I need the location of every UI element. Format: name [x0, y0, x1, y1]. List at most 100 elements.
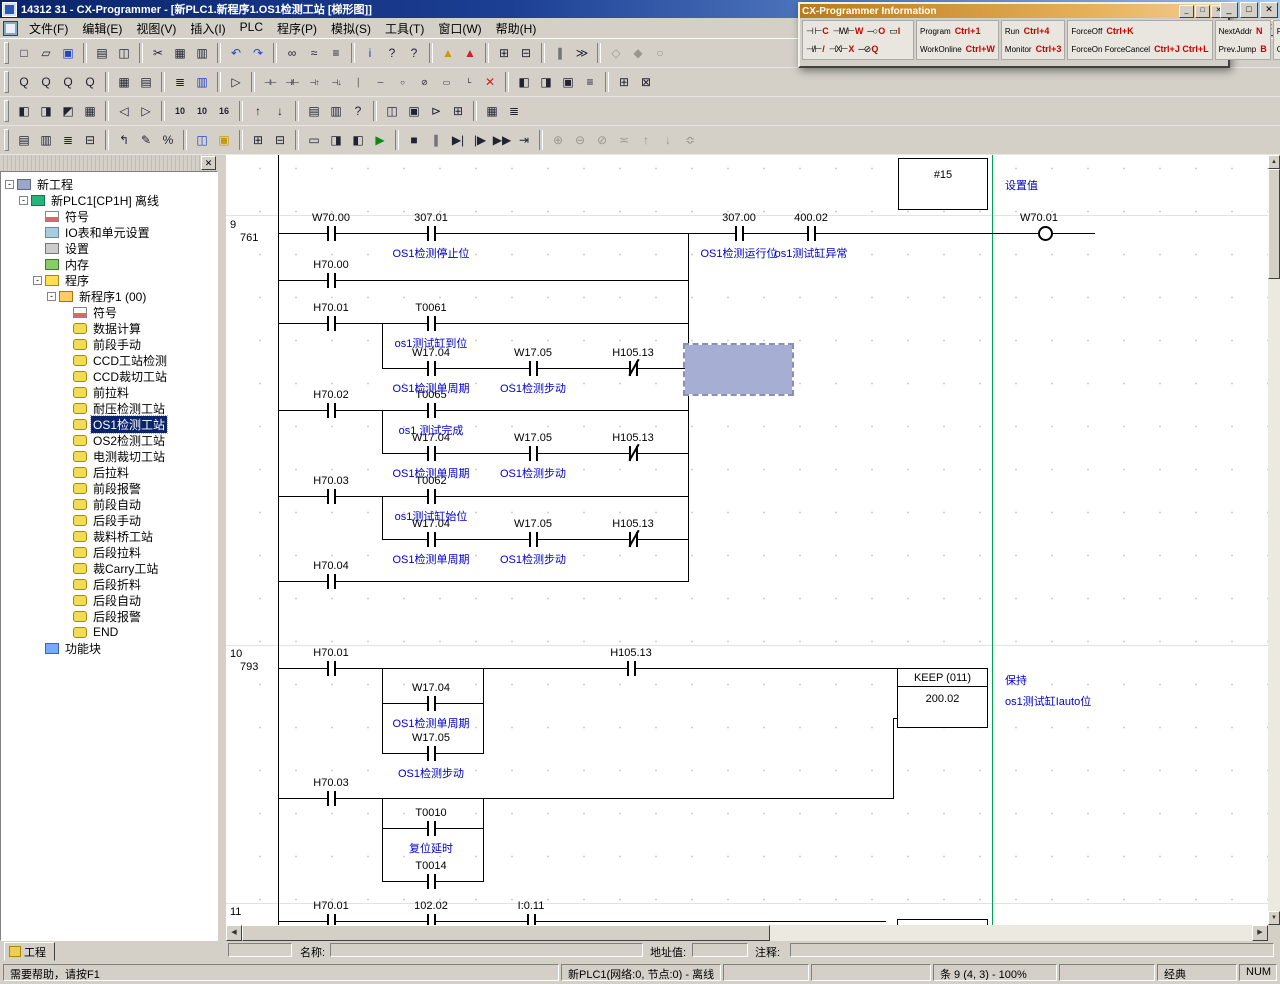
toolbar-button[interactable]: ⊘ [413, 71, 435, 93]
toolbar-button[interactable]: ≈ [303, 42, 325, 64]
toolbar-button[interactable]: ▶ [369, 129, 391, 151]
contact-nc[interactable] [629, 446, 638, 461]
tree-item[interactable]: - 新工程 [1, 176, 217, 192]
toolbar-button[interactable]: ≡ [579, 71, 601, 93]
toolbar-button[interactable]: ▥ [191, 71, 213, 93]
toolbar-button[interactable] [217, 72, 221, 92]
toolbar-button[interactable]: i [359, 42, 381, 64]
ladder-canvas[interactable]: 9 761 10 793 11 #15 设置值 [226, 155, 1268, 925]
toolbar-button[interactable]: ▤ [135, 71, 157, 93]
toolbar-button[interactable] [541, 43, 545, 63]
scroll-up-icon[interactable]: ▲ [1268, 155, 1280, 169]
toolbar-button[interactable]: ↶ [225, 42, 247, 64]
vertical-scrollbar[interactable]: ▲ ▼ [1268, 155, 1280, 925]
contact-no[interactable] [427, 361, 436, 376]
toolbar-button[interactable]: ▶▶ [491, 129, 513, 151]
toolbar-button[interactable] [485, 43, 489, 63]
tree-item[interactable]: - 新PLC1[CP1H] 离线 [1, 192, 217, 208]
workspace-close-icon[interactable]: ✕ [201, 156, 216, 170]
contact-nc[interactable] [629, 361, 638, 376]
toolbar-button[interactable]: ─ [369, 71, 391, 93]
tree-item[interactable]: 耐压检测工站 [1, 400, 217, 416]
vertical-scroll-thumb[interactable] [1268, 169, 1280, 279]
contact-no[interactable] [327, 226, 336, 241]
toolbar-button[interactable] [395, 130, 399, 150]
tree-item[interactable]: 数据计算 [1, 320, 217, 336]
toolbar-button[interactable]: ∥ [425, 129, 447, 151]
contact-nc[interactable] [629, 532, 638, 547]
toolbar-button[interactable]: ◁ [113, 100, 135, 122]
toolbar-button[interactable]: 10 [191, 100, 213, 122]
menu-item[interactable]: 插入(I) [183, 17, 232, 40]
contact-no[interactable] [627, 661, 636, 676]
toolbar-button[interactable]: ≎ [679, 129, 701, 151]
tree-item[interactable]: IO表和单元设置 [1, 224, 217, 240]
contact-no[interactable] [327, 661, 336, 676]
toolbar-button[interactable]: ▥ [191, 42, 213, 64]
contact-no[interactable] [327, 574, 336, 589]
toolbar-button[interactable]: ▲ [459, 42, 481, 64]
menu-item[interactable]: 文件(F) [22, 17, 75, 40]
toolbar-button[interactable]: ◨ [35, 100, 57, 122]
tree-item[interactable]: 后段自动 [1, 592, 217, 608]
toolbar-button[interactable]: ◫ [191, 129, 213, 151]
toolbar-button[interactable]: Q [13, 71, 35, 93]
contact-no[interactable] [427, 226, 436, 241]
contact-no[interactable] [427, 532, 436, 547]
name-field[interactable] [330, 943, 643, 957]
toolbar-button[interactable]: ≣ [169, 71, 191, 93]
toolbar-button[interactable] [139, 43, 143, 63]
toolbar-button[interactable]: ⊟ [515, 42, 537, 64]
coil-output[interactable] [1038, 226, 1053, 241]
toolbar-button[interactable] [161, 72, 165, 92]
comment-field[interactable] [790, 943, 1274, 957]
tree-item[interactable]: CCD裁切工站 [1, 368, 217, 384]
toolbar-button[interactable]: ◩ [57, 100, 79, 122]
tree-item[interactable]: 后段手动 [1, 512, 217, 528]
tree-item[interactable]: OS1检测工站 [1, 416, 217, 432]
contact-no[interactable] [327, 273, 336, 288]
toolbar-button[interactable] [105, 72, 109, 92]
contact-no[interactable] [427, 489, 436, 504]
toolbar-grip[interactable] [4, 100, 9, 122]
tree-item[interactable]: 内存 [1, 256, 217, 272]
toolbar-button[interactable]: ▣ [403, 100, 425, 122]
toolbar-button[interactable]: ▦ [79, 100, 101, 122]
toolbar-button[interactable]: ▣ [213, 129, 235, 151]
toolbar-button[interactable]: ▤ [91, 42, 113, 64]
contact-no[interactable] [529, 446, 538, 461]
tree-item[interactable]: 前拉料 [1, 384, 217, 400]
toolbar-button[interactable]: ○ [649, 42, 671, 64]
toolbar-button[interactable]: ⊣↓ [325, 71, 347, 93]
tree-item[interactable]: 后段拉料 [1, 544, 217, 560]
toolbar-button[interactable]: ≫ [571, 42, 593, 64]
tree-item[interactable]: 符号 [1, 304, 217, 320]
toolbar-button[interactable]: │ [347, 71, 369, 93]
contact-no[interactable] [427, 316, 436, 331]
tab-project[interactable]: 工程 [4, 942, 55, 961]
close-button[interactable]: ✕ [1260, 2, 1278, 18]
contact-no[interactable] [529, 532, 538, 547]
toolbar-button[interactable]: ◨ [325, 129, 347, 151]
toolbar-button[interactable]: └ [457, 71, 479, 93]
toolbar-button[interactable] [83, 43, 87, 63]
contact-no[interactable] [427, 696, 436, 711]
tree-item[interactable]: 前段报警 [1, 480, 217, 496]
tree-item[interactable]: END [1, 624, 217, 640]
toolbar-button[interactable]: ▲ [437, 42, 459, 64]
scroll-right-icon[interactable]: ▶ [1252, 925, 1268, 941]
instruction-box-operand[interactable]: #15 [898, 158, 988, 210]
contact-no[interactable] [735, 226, 744, 241]
maximize-button[interactable]: □ [1240, 2, 1258, 18]
tree-item[interactable]: 裁Carry工站 [1, 560, 217, 576]
toolbar-button[interactable] [605, 72, 609, 92]
toolbar-button[interactable]: ⊘ [591, 129, 613, 151]
tree-item[interactable]: 设置 [1, 240, 217, 256]
toolbar-button[interactable] [373, 101, 377, 121]
toolbar-button[interactable]: ↑ [247, 100, 269, 122]
toolbar-button[interactable] [505, 72, 509, 92]
contact-no[interactable] [427, 403, 436, 418]
toolbar-button[interactable]: ▦ [169, 42, 191, 64]
toolbar-button[interactable]: ⊣/⊢ [281, 71, 303, 93]
toolbar-button[interactable]: ▭ [303, 129, 325, 151]
